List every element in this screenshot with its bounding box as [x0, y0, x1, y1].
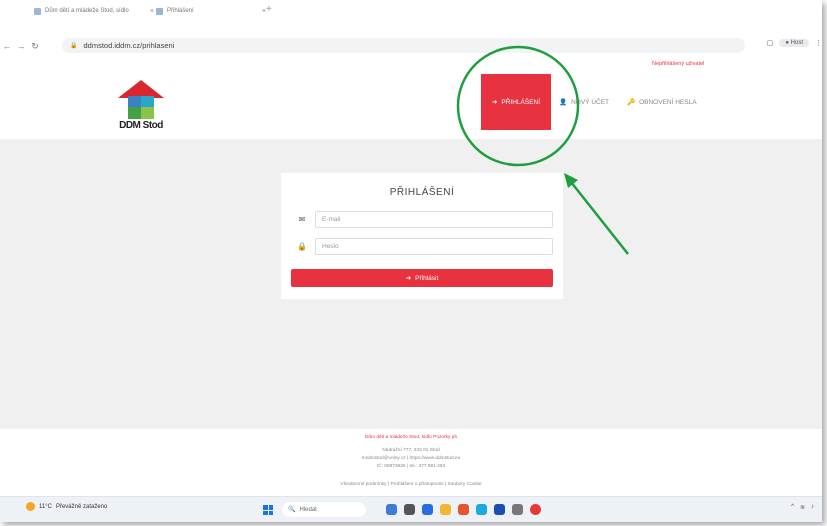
nav-login[interactable]: ➜ PŘIHLÁŠENÍ	[481, 74, 551, 130]
folder-icon[interactable]	[440, 504, 451, 515]
site-logo[interactable]: DDM Stod	[112, 78, 170, 138]
back-icon[interactable]: ←	[0, 41, 14, 51]
forward-icon[interactable]: →	[14, 41, 28, 51]
app-icon[interactable]	[404, 504, 415, 515]
tab-label: Přihlášení	[167, 8, 194, 14]
email-field[interactable]: E-mail	[315, 211, 553, 228]
taskbar-search-label: Hledat	[299, 506, 317, 513]
browser-right-controls: ▢ ● Host ⋮	[767, 39, 822, 47]
password-field-group: 🔒 Heslo	[291, 238, 553, 255]
add-user-icon: 👤	[559, 99, 568, 106]
app-icon[interactable]	[422, 504, 433, 515]
tab-label: Dům dětí a mládeže Stod, sídlo	[45, 8, 129, 14]
sidebar-icon[interactable]: ▢	[767, 39, 774, 47]
site-header: DDM Stod ➜ PŘIHLÁŠENÍ 👤 NOVÝ ÚČET 🔑 OBNO…	[0, 72, 822, 138]
wifi-icon[interactable]: ≋	[800, 504, 805, 511]
screenshot-frame: Dům dětí a mládeže Stod, sídlo × Přihláš…	[0, 0, 822, 522]
new-tab-button[interactable]: +	[266, 4, 272, 15]
login-button[interactable]: ➜ Přihlásit	[291, 269, 553, 287]
profile-button[interactable]: ● Host	[779, 39, 809, 47]
site-footer: Dům dětí a mládeže Stod, sídlo Pozorky p…	[0, 430, 822, 495]
nav-new-account[interactable]: 👤 NOVÝ ÚČET	[559, 74, 609, 130]
login-icon: ➜	[405, 275, 412, 282]
weather-temp: 11°C	[39, 503, 52, 510]
browser-tab-login[interactable]: Přihlášení ×	[150, 0, 272, 22]
system-tray: ^ ≋ ♪	[791, 504, 814, 511]
profile-label: Host	[790, 40, 803, 46]
profile-icon: ●	[785, 40, 789, 46]
browser-toolbar: ← → ↻ 🔒 ddmstod.iddm.cz/prihlaseni ▢ ● H…	[0, 36, 822, 56]
footer-contact[interactable]: msdmstod@volny.cz | https://www.ddmstod.…	[0, 456, 822, 461]
nav-login-label: PŘIHLÁŠENÍ	[501, 98, 541, 106]
weather-text: Převážně zataženo	[55, 503, 108, 510]
nav-register-label: NOVÝ ÚČET	[571, 98, 610, 106]
app-icon[interactable]	[476, 504, 487, 515]
favicon-icon	[34, 7, 41, 15]
url-text: ddmstod.iddm.cz/prihlaseni	[83, 41, 175, 50]
footer-ids: IČ: 00973826 | tel.: 377 891 263	[376, 464, 446, 469]
login-button-label: Přihlásit	[415, 274, 439, 282]
logo-text: DDM Stod	[119, 120, 163, 131]
chrome-icon[interactable]	[530, 504, 541, 515]
taskbar-search[interactable]: 🔍 Hledat	[282, 502, 366, 517]
site-topbar: Nepřihlášený uživatel	[0, 58, 822, 72]
nav-password-reset[interactable]: 🔑 OBNOVENÍ HESLA	[627, 74, 697, 130]
login-icon: ➜	[491, 99, 498, 106]
footer-org: Dům dětí a mládeže Stod, sídlo Pozorky p…	[364, 435, 458, 440]
address-bar[interactable]: 🔒 ddmstod.iddm.cz/prihlaseni	[62, 38, 745, 53]
search-icon: 🔍	[288, 507, 296, 513]
app-icon[interactable]	[458, 504, 469, 515]
logo-house-icon	[118, 80, 164, 119]
envelope-icon: ✉	[298, 215, 306, 224]
weather-widget[interactable]: 11°C Převážně zataženo	[26, 502, 107, 511]
login-card: PŘIHLÁŠENÍ ✉ E-mail 🔒 Heslo ➜ Přihlásit	[281, 173, 563, 299]
os-taskbar: 11°C Převážně zataženo 🔍 Hledat ^ ≋ ♪	[0, 496, 822, 522]
footer-links[interactable]: Všeobecné podmínky | Prohlášení o přístu…	[0, 482, 822, 487]
password-field[interactable]: Heslo	[315, 238, 553, 255]
reload-icon[interactable]: ↻	[28, 41, 42, 52]
lock-icon: 🔒	[70, 43, 78, 49]
app-icon[interactable]	[494, 504, 505, 515]
user-status-link[interactable]: Nepřihlášený uživatel	[652, 61, 704, 67]
menu-icon[interactable]: ⋮	[815, 39, 822, 47]
lock-icon: 🔒	[297, 242, 307, 251]
email-field-group: ✉ E-mail	[291, 211, 553, 228]
volume-icon[interactable]: ♪	[811, 504, 814, 511]
login-title: PŘIHLÁŠENÍ	[389, 187, 455, 198]
windows-start-icon[interactable]	[263, 505, 273, 515]
nav-reset-label: OBNOVENÍ HESLA	[639, 98, 697, 106]
chevron-up-icon[interactable]: ^	[791, 504, 794, 511]
browser-tab-ddm[interactable]: Dům dětí a mládeže Stod, sídlo ×	[28, 0, 160, 22]
app-icon[interactable]	[386, 504, 397, 515]
footer-address: Nádražní 777, 333 01 Stod	[382, 448, 440, 453]
app-icon[interactable]	[512, 504, 523, 515]
sun-icon	[26, 502, 35, 511]
key-icon: 🔑	[627, 99, 636, 106]
favicon-icon	[156, 7, 163, 15]
browser-tabstrip: Dům dětí a mládeže Stod, sídlo × Přihláš…	[0, 0, 822, 34]
